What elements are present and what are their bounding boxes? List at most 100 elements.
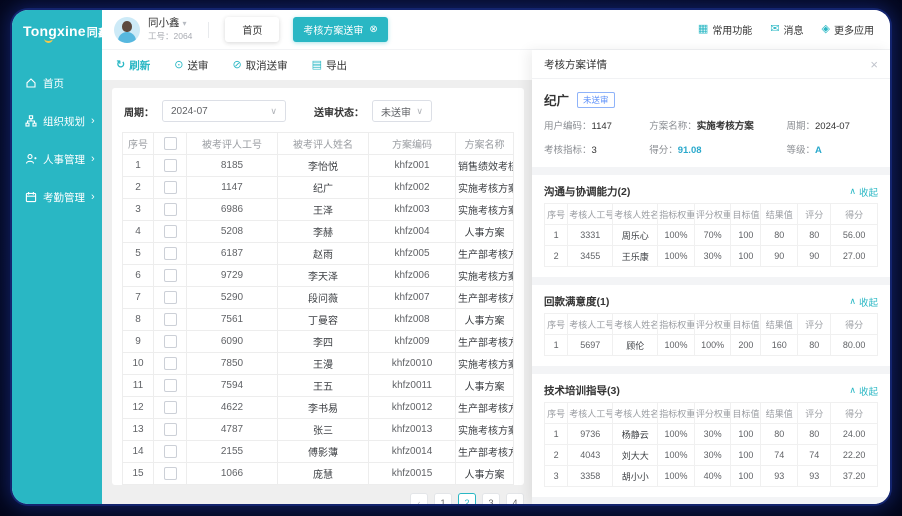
- cell-checkbox: [154, 199, 187, 221]
- cell-plan: 生产部考核方案: [456, 441, 514, 463]
- section-cell: 56.00: [831, 225, 878, 246]
- header-action-common[interactable]: ▦常用功能: [698, 22, 752, 37]
- info-field: 考核指标：3: [544, 142, 649, 156]
- table-row[interactable]: 87561丁曼容khfz008人事方案: [123, 309, 514, 331]
- row-checkbox[interactable]: [164, 247, 177, 260]
- cell-emp-id: 6986: [187, 199, 278, 221]
- home-button[interactable]: 首页: [225, 17, 279, 42]
- cell-plan: 人事方案: [456, 375, 514, 397]
- section-header: 技术培训指导(3)∧收起: [544, 379, 878, 402]
- tab-assessment-submit[interactable]: 考核方案送审 ⊗: [293, 17, 387, 42]
- table-row[interactable]: 124622李书易khfz0012生产部考核方案: [123, 397, 514, 419]
- person-name: 纪广: [544, 90, 569, 109]
- cancel-submit-button[interactable]: ⊘取消送审: [232, 58, 287, 73]
- info-value: 3: [592, 145, 597, 156]
- table-row[interactable]: 117594王五khfz0011人事方案: [123, 375, 514, 397]
- row-checkbox[interactable]: [164, 379, 177, 392]
- cell-emp-id: 2155: [187, 441, 278, 463]
- user-meta[interactable]: 同小鑫▾ 工号：2064: [148, 17, 192, 42]
- page-button-4[interactable]: 4: [506, 493, 524, 504]
- row-checkbox[interactable]: [164, 467, 177, 480]
- header-action-message[interactable]: ✉消息: [770, 22, 803, 37]
- refresh-button[interactable]: ↻刷新: [116, 58, 150, 73]
- page-button-1[interactable]: 1: [434, 493, 452, 504]
- row-checkbox[interactable]: [164, 159, 177, 172]
- table-row[interactable]: 45208李赫khfz004人事方案: [123, 221, 514, 243]
- send-icon: ⊙: [174, 60, 183, 71]
- row-checkbox[interactable]: [164, 401, 177, 414]
- cell-name: 李天泽: [278, 265, 369, 287]
- section-cell: 4043: [568, 445, 613, 466]
- table-row[interactable]: 69729李天泽khfz006实施考核方案: [123, 265, 514, 287]
- section-title: 回款满意度(1): [544, 294, 609, 309]
- cell-name: 王泽: [278, 199, 369, 221]
- close-icon[interactable]: ×: [870, 58, 878, 71]
- section-column-header: 得分: [831, 204, 878, 225]
- prev-page-button[interactable]: ‹: [410, 493, 428, 504]
- cell-name: 王漫: [278, 353, 369, 375]
- select-all-checkbox[interactable]: [164, 137, 177, 150]
- row-checkbox[interactable]: [164, 291, 177, 304]
- row-checkbox[interactable]: [164, 335, 177, 348]
- page-button-3[interactable]: 3: [482, 493, 500, 504]
- row-checkbox[interactable]: [164, 181, 177, 194]
- table-row[interactable]: 56187赵雨khfz005生产部考核方案: [123, 243, 514, 265]
- table-row[interactable]: 75290段问薇khfz007生产部考核方案: [123, 287, 514, 309]
- section-cell: 24.00: [831, 424, 878, 445]
- section-cell: 100%: [658, 225, 695, 246]
- cell-plan: 生产部考核方案: [456, 331, 514, 353]
- sidebar-item-label: 考勤管理: [43, 190, 85, 205]
- row-checkbox[interactable]: [164, 445, 177, 458]
- table-row[interactable]: 151066庞慧khfz0015人事方案: [123, 463, 514, 485]
- section-cell: 2: [545, 246, 568, 267]
- header-action-more-apps[interactable]: ◈更多应用: [822, 22, 874, 37]
- table-row[interactable]: 36986王泽khfz003实施考核方案: [123, 199, 514, 221]
- section-header: 回款满意度(1) ∧收起: [544, 290, 878, 313]
- period-value: 2024-07: [171, 106, 208, 117]
- cell-emp-id: 7561: [187, 309, 278, 331]
- cell-index: 6: [123, 265, 154, 287]
- row-checkbox[interactable]: [164, 423, 177, 436]
- table-row[interactable]: 18185李怡悦khfz001销售绩效考核方案: [123, 155, 514, 177]
- table-row[interactable]: 21147纪广khfz002实施考核方案: [123, 177, 514, 199]
- section-cell: 160: [761, 335, 798, 356]
- sidebar-item-home[interactable]: 首页: [12, 64, 102, 102]
- sidebar-item-attendance[interactable]: 考勤管理›: [12, 178, 102, 216]
- calendar-icon: [25, 191, 37, 203]
- cell-code: khfz005: [369, 243, 456, 265]
- collapse-label: 收起: [859, 384, 878, 398]
- cell-code: khfz0014: [369, 441, 456, 463]
- section-column-header: 评分权重: [694, 403, 731, 424]
- status-badge: 未送审: [577, 92, 615, 108]
- collapse-button[interactable]: ∧收起: [849, 185, 878, 199]
- cell-plan: 实施考核方案: [456, 419, 514, 441]
- tab-close-icon[interactable]: ⊗: [369, 25, 377, 35]
- top-actions: ▦常用功能 ✉消息 ◈更多应用: [698, 22, 874, 37]
- section-cell: 74: [798, 445, 831, 466]
- row-checkbox[interactable]: [164, 203, 177, 216]
- row-checkbox[interactable]: [164, 225, 177, 238]
- collapse-button[interactable]: ∧收起: [849, 295, 878, 309]
- status-select[interactable]: 未送审 ∨: [372, 100, 432, 122]
- table-row[interactable]: 107850王漫khfz0010实施考核方案: [123, 353, 514, 375]
- table-row[interactable]: 142155傅影薄khfz0014生产部考核方案: [123, 441, 514, 463]
- section-table-body: 13331周乐心100%70%100808056.0023455王乐康100%3…: [545, 225, 878, 267]
- row-checkbox[interactable]: [164, 357, 177, 370]
- cell-code: khfz0011: [369, 375, 456, 397]
- period-select[interactable]: 2024-07 ∨: [162, 100, 286, 122]
- collapse-button[interactable]: ∧收起: [849, 384, 878, 398]
- sidebar-item-hr[interactable]: 人事管理›: [12, 140, 102, 178]
- submit-button[interactable]: ⊙送审: [174, 58, 208, 73]
- avatar[interactable]: [114, 17, 140, 43]
- export-button[interactable]: ▤导出: [312, 58, 347, 73]
- page-button-2[interactable]: 2: [458, 493, 476, 504]
- section-column-header: 评分权重: [694, 204, 731, 225]
- section-column-header: 得分: [831, 403, 878, 424]
- table-row[interactable]: 96090李四khfz009生产部考核方案: [123, 331, 514, 353]
- row-checkbox[interactable]: [164, 269, 177, 282]
- table-row[interactable]: 134787张三khfz0013实施考核方案: [123, 419, 514, 441]
- cell-checkbox: [154, 221, 187, 243]
- sidebar-item-org[interactable]: 组织规划›: [12, 102, 102, 140]
- cell-code: khfz0012: [369, 397, 456, 419]
- row-checkbox[interactable]: [164, 313, 177, 326]
